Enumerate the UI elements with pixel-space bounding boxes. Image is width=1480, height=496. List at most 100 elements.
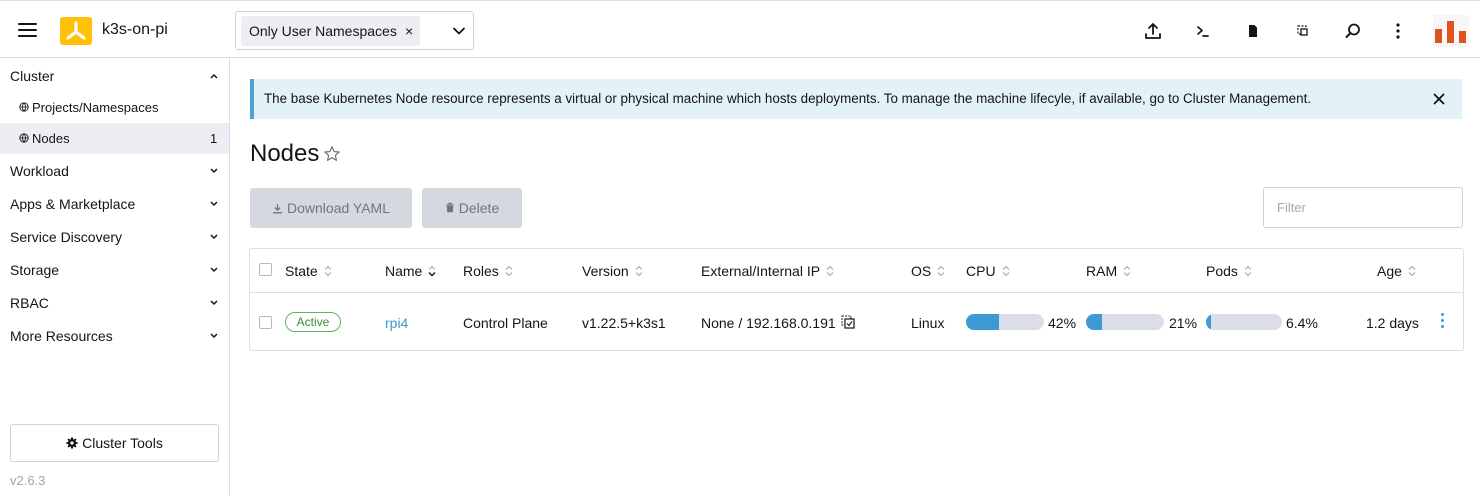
row-checkbox[interactable] — [259, 316, 272, 329]
namespace-filter-label: Only User Namespaces — [249, 23, 397, 39]
chevron-down-icon — [210, 234, 218, 240]
cpu-usage-bar — [966, 314, 1044, 330]
column-header-age[interactable]: Age — [1377, 263, 1416, 279]
node-roles: Control Plane — [463, 315, 548, 331]
ram-usage-percent: 21% — [1169, 315, 1198, 331]
node-ip: None / 192.168.0.191 — [701, 315, 836, 331]
sidebar-group-workload[interactable]: Workload — [0, 155, 229, 187]
sidebar-item-label: Nodes — [32, 131, 70, 146]
file-icon[interactable] — [1243, 21, 1263, 41]
app-version: v2.6.3 — [10, 473, 46, 488]
info-banner: The base Kubernetes Node resource repres… — [250, 79, 1462, 119]
upload-icon[interactable] — [1143, 21, 1163, 41]
node-os: Linux — [911, 315, 945, 331]
close-icon[interactable] — [1432, 92, 1446, 106]
pods-usage-bar — [1206, 314, 1282, 330]
copy-icon[interactable] — [840, 314, 856, 330]
trash-icon — [445, 202, 454, 213]
top-header: k3s-on-pi Only User Namespaces × — [0, 0, 1480, 58]
menu-icon[interactable] — [18, 23, 38, 39]
table-header: State Name Roles Version External/Intern… — [250, 249, 1463, 293]
download-icon — [273, 204, 282, 214]
globe-icon — [19, 102, 29, 112]
sidebar-group-cluster[interactable]: Cluster — [0, 60, 229, 92]
row-actions-menu-icon[interactable] — [1439, 313, 1445, 329]
column-header-ip[interactable]: External/Internal IP — [701, 263, 834, 279]
sidebar-item-label: Projects/Namespaces — [32, 100, 159, 115]
sort-icon — [937, 265, 945, 277]
gear-icon — [66, 437, 78, 449]
sidebar-group-label: Apps & Marketplace — [10, 196, 136, 212]
sidebar-group-label: RBAC — [10, 295, 49, 311]
node-version: v1.22.5+k3s1 — [582, 315, 666, 331]
chevron-down-icon[interactable] — [452, 24, 466, 38]
search-icon[interactable] — [1343, 21, 1363, 41]
chevron-down-icon — [210, 168, 218, 174]
cpu-usage-percent: 42% — [1048, 315, 1077, 331]
sort-icon — [505, 265, 513, 277]
cluster-tools-label: Cluster Tools — [82, 435, 163, 451]
ram-usage-bar — [1086, 314, 1164, 330]
cluster-name[interactable]: k3s-on-pi — [102, 21, 168, 39]
column-header-ram[interactable]: RAM — [1086, 263, 1131, 279]
sidebar-item-count: 1 — [210, 131, 218, 146]
column-header-os[interactable]: OS — [911, 263, 945, 279]
column-header-roles[interactable]: Roles — [463, 263, 513, 279]
download-yaml-label: Download YAML — [287, 200, 390, 216]
namespace-filter-select[interactable]: Only User Namespaces × — [235, 11, 474, 50]
sort-icon — [826, 265, 834, 277]
namespace-filter-chip: Only User Namespaces × — [241, 16, 420, 46]
chevron-down-icon — [210, 333, 218, 339]
sort-icon — [1244, 265, 1252, 277]
chevron-up-icon — [210, 73, 218, 79]
rancher-logo-icon[interactable] — [60, 17, 92, 45]
cluster-tools-button[interactable]: Cluster Tools — [10, 424, 219, 462]
sort-icon — [1123, 265, 1131, 277]
column-header-cpu[interactable]: CPU — [966, 263, 1010, 279]
sidebar: Cluster Projects/Namespaces Nodes 1 Work… — [0, 58, 230, 496]
download-yaml-button[interactable]: Download YAML — [250, 188, 412, 228]
status-badge: Active — [285, 312, 341, 332]
sidebar-group-label: More Resources — [10, 328, 113, 344]
star-icon[interactable] — [323, 145, 341, 163]
sort-icon — [428, 265, 436, 277]
select-all-checkbox[interactable] — [259, 263, 272, 276]
namespace-remove-button[interactable]: × — [405, 16, 413, 46]
delete-button[interactable]: Delete — [422, 188, 522, 228]
chevron-down-icon — [210, 201, 218, 207]
sort-icon — [324, 265, 332, 277]
sidebar-item-nodes[interactable]: Nodes 1 — [0, 123, 229, 154]
sidebar-group-label: Workload — [10, 163, 69, 179]
node-age: 1.2 days — [1366, 315, 1419, 331]
node-name-link[interactable]: rpi4 — [385, 315, 408, 331]
ram-usage-fill — [1086, 314, 1103, 330]
column-header-name[interactable]: Name — [385, 263, 436, 279]
cpu-usage-fill — [966, 314, 999, 330]
sidebar-group-more-resources[interactable]: More Resources — [0, 320, 229, 352]
filter-input[interactable] — [1263, 187, 1463, 228]
sidebar-group-label: Storage — [10, 262, 60, 278]
chevron-down-icon — [210, 267, 218, 273]
sidebar-group-label: Service Discovery — [10, 229, 123, 245]
sidebar-group-service-discovery[interactable]: Service Discovery — [0, 221, 229, 253]
column-header-version[interactable]: Version — [582, 263, 643, 279]
sort-icon — [1002, 265, 1009, 277]
sidebar-group-apps-marketplace[interactable]: Apps & Marketplace — [0, 188, 229, 220]
sidebar-group-storage[interactable]: Storage — [0, 254, 229, 286]
page-title: Nodes — [250, 140, 320, 167]
terminal-icon[interactable] — [1193, 21, 1213, 41]
sidebar-group-label: Cluster — [10, 68, 55, 84]
sort-icon — [1408, 265, 1416, 277]
pods-usage-fill — [1206, 314, 1211, 330]
chevron-down-icon — [210, 300, 218, 306]
sidebar-group-rbac[interactable]: RBAC — [0, 287, 229, 319]
column-header-pods[interactable]: Pods — [1206, 263, 1252, 279]
column-header-state[interactable]: State — [285, 263, 332, 279]
copy-icon[interactable] — [1293, 21, 1313, 41]
sort-icon — [635, 265, 643, 277]
sidebar-item-projects-namespaces[interactable]: Projects/Namespaces — [0, 92, 229, 123]
user-avatar[interactable] — [1433, 15, 1469, 47]
more-vertical-icon[interactable] — [1388, 21, 1408, 41]
info-banner-text: The base Kubernetes Node resource repres… — [264, 91, 1312, 106]
pods-usage-percent: 6.4% — [1286, 315, 1318, 331]
